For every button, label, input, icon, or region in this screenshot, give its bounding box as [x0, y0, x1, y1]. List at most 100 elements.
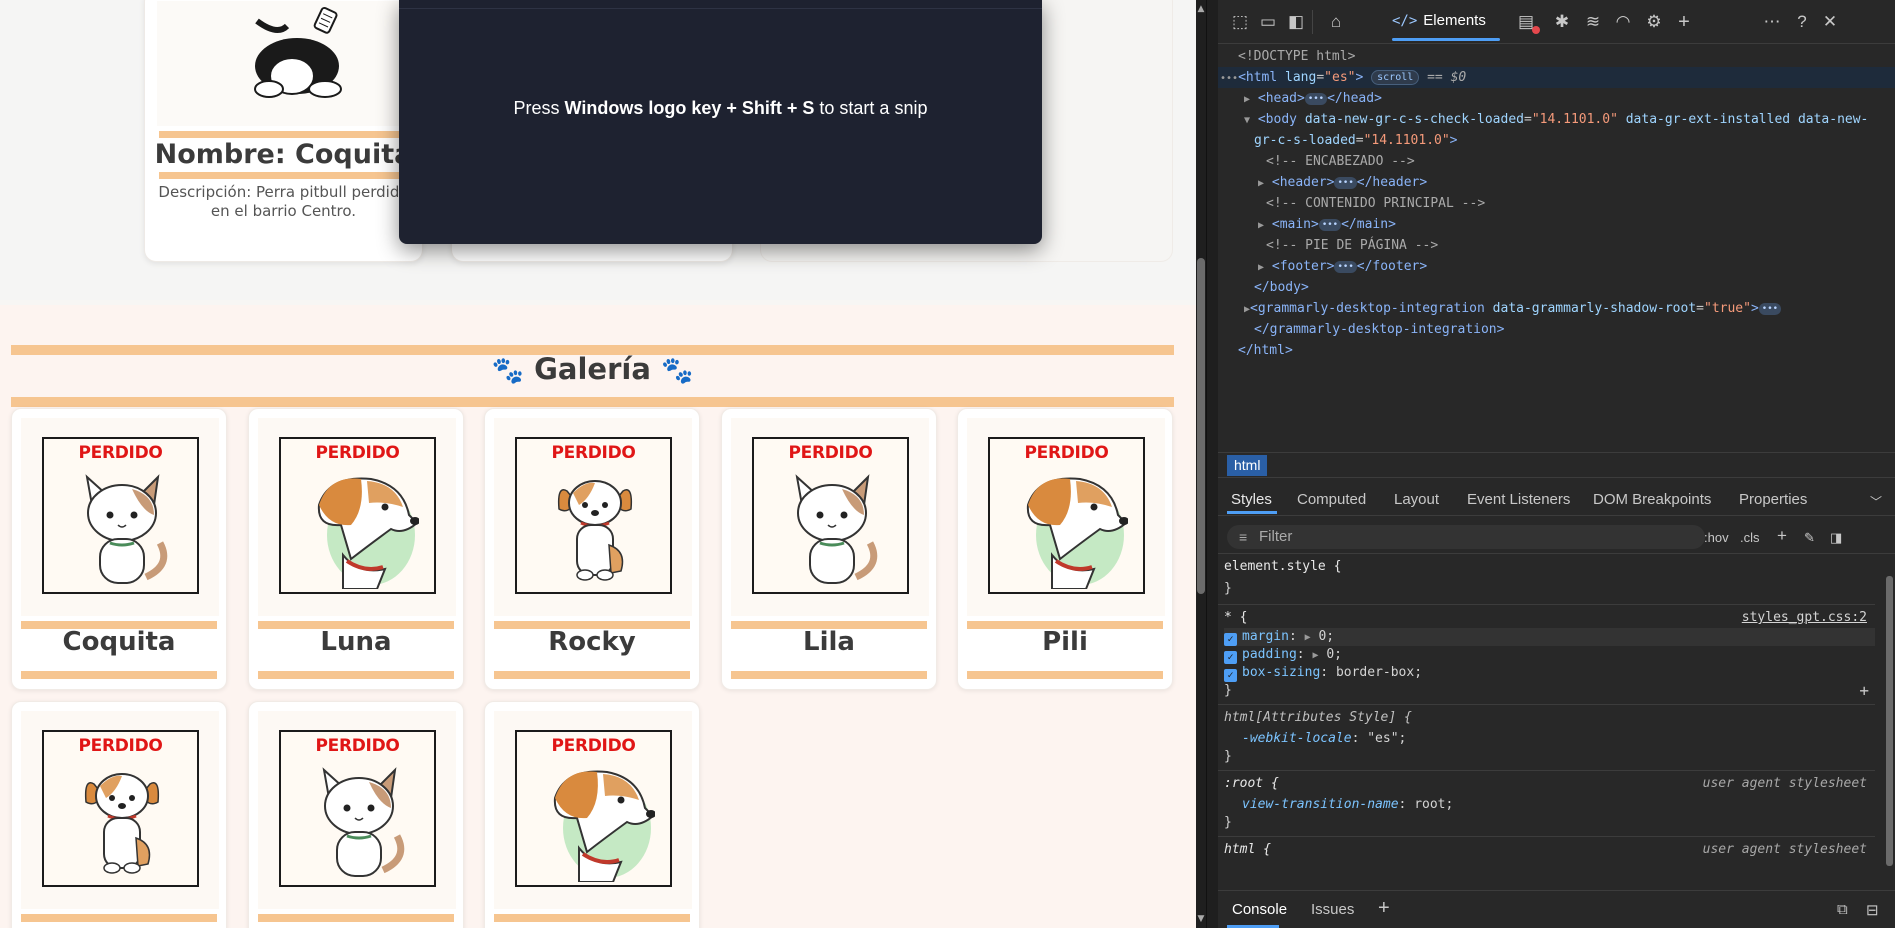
gallery-card[interactable]: PERDIDO Lila: [721, 408, 937, 690]
rule-selector[interactable]: html {user agent stylesheet: [1224, 841, 1875, 859]
snip-overlay[interactable]: Press Windows logo key + Shift + S to st…: [399, 0, 1042, 244]
dom-grammarly-close[interactable]: </grammarly-desktop-integration>: [1254, 319, 1895, 340]
tab-issues[interactable]: Issues: [1311, 901, 1354, 918]
declaration-locale[interactable]: -webkit-locale: "es";: [1242, 730, 1875, 748]
dom-html-node[interactable]: •••<html lang="es"> scroll == $0: [1218, 67, 1895, 88]
property-name: view-transition-name: [1242, 797, 1399, 812]
dom-grammarly-node[interactable]: ▶<grammarly-desktop-integration data-gra…: [1244, 298, 1895, 319]
close-drawer-icon[interactable]: ⊟: [1866, 901, 1879, 919]
collapse-triangle-icon[interactable]: ▼: [1244, 115, 1250, 126]
add-declaration-icon[interactable]: +: [1859, 682, 1869, 700]
gallery-card[interactable]: PERDIDO: [484, 701, 700, 928]
dom-body-node[interactable]: ▼ <body data-new-gr-c-s-check-loaded="14…: [1244, 109, 1895, 130]
expand-triangle-icon[interactable]: ▶: [1258, 262, 1264, 273]
performance-icon[interactable]: ◠: [1611, 10, 1635, 34]
dom-comment[interactable]: <!-- PIE DE PÁGINA -->: [1266, 235, 1895, 256]
tab-properties[interactable]: Properties: [1739, 491, 1807, 508]
attr-value: "es": [1324, 70, 1356, 85]
gallery-card[interactable]: PERDIDO: [11, 701, 227, 928]
expand-triangle-icon[interactable]: ▶: [1258, 178, 1264, 189]
dom-comment[interactable]: <!-- ENCABEZADO -->: [1266, 151, 1895, 172]
inspect-element-icon[interactable]: ⬚: [1228, 10, 1252, 34]
declaration-margin[interactable]: ✓ margin: ▶ 0;: [1224, 628, 1875, 646]
collapsed-ellipsis[interactable]: •••: [1758, 302, 1782, 315]
gallery-card[interactable]: PERDIDO Luna: [248, 408, 464, 690]
expand-triangle-icon[interactable]: ▶: [1305, 632, 1311, 643]
dock-side-icon[interactable]: ◧: [1284, 10, 1308, 34]
wifi-network-icon[interactable]: ≋: [1581, 10, 1605, 34]
dom-head-node[interactable]: ▶ <head> ••• </head>: [1244, 88, 1895, 109]
tab-computed[interactable]: Computed: [1297, 491, 1366, 508]
tab-elements[interactable]: </> Elements: [1392, 12, 1486, 32]
tab-event-listeners[interactable]: Event Listeners: [1467, 491, 1570, 508]
rule-selector[interactable]: * {styles_gpt.css:2: [1224, 609, 1875, 627]
snip-instructions: Press Windows logo key + Shift + S to st…: [399, 98, 1042, 119]
settings-gear-icon[interactable]: ⚙: [1642, 10, 1666, 34]
tab-layout[interactable]: Layout: [1394, 491, 1439, 508]
pet-illustration: [553, 770, 655, 882]
bug-icon[interactable]: ✱: [1550, 10, 1574, 34]
expand-triangle-icon[interactable]: ▶: [1244, 94, 1250, 105]
styles-scrollbar[interactable]: [1883, 554, 1895, 880]
scroll-thumb[interactable]: [1886, 576, 1893, 866]
cls-toggle[interactable]: .cls: [1740, 530, 1760, 545]
more-tools-plus-icon[interactable]: +: [1672, 10, 1696, 34]
dom-footer-node[interactable]: ▶ <footer> ••• </footer>: [1258, 256, 1895, 277]
brace: }: [1224, 749, 1232, 764]
styles-filter-input[interactable]: ≡ Filter: [1227, 525, 1705, 549]
element-state-icon[interactable]: ✎: [1804, 530, 1815, 546]
declaration-view-transition[interactable]: view-transition-name: root;: [1242, 796, 1875, 814]
scroll-thumb[interactable]: [1197, 258, 1205, 594]
device-emulation-icon[interactable]: ▭: [1256, 10, 1280, 34]
breadcrumb-item-html[interactable]: html: [1227, 455, 1268, 476]
welcome-home-icon[interactable]: ⌂: [1324, 10, 1348, 34]
dom-body-close[interactable]: </body>: [1254, 277, 1895, 298]
hov-toggle[interactable]: :hov: [1704, 530, 1729, 545]
collapsed-ellipsis[interactable]: •••: [1318, 218, 1342, 231]
collapsed-ellipsis[interactable]: •••: [1334, 176, 1357, 189]
gallery-card[interactable]: PERDIDO Pili: [957, 408, 1173, 690]
devtools-resize-handle[interactable]: [1206, 0, 1218, 928]
gallery-card[interactable]: PERDIDO: [248, 701, 464, 928]
source-link[interactable]: styles_gpt.css:2: [1742, 609, 1867, 627]
node-menu-icon[interactable]: •••: [1220, 73, 1238, 84]
declaration-box-sizing[interactable]: ✓ box-sizing: border-box;: [1224, 664, 1875, 682]
checkbox-icon[interactable]: ✓: [1224, 651, 1237, 664]
dom-header-node[interactable]: ▶ <header> ••• </header>: [1258, 172, 1895, 193]
tab-console[interactable]: Console: [1232, 901, 1287, 918]
computed-sidebar-icon[interactable]: ◨: [1830, 530, 1842, 546]
expand-triangle-icon[interactable]: ▶: [1258, 220, 1264, 231]
comment-text: <!-- CONTENIDO PRINCIPAL -->: [1266, 196, 1486, 211]
tab-styles[interactable]: Styles: [1231, 491, 1272, 508]
gallery-card[interactable]: PERDIDO Rocky: [484, 408, 700, 690]
rule-selector[interactable]: html[Attributes Style] {: [1224, 709, 1875, 727]
scroll-down-icon[interactable]: ▼: [1196, 914, 1206, 924]
declaration-padding[interactable]: ✓ padding: ▶ 0;: [1224, 646, 1875, 664]
dom-html-close[interactable]: </html>: [1238, 340, 1895, 361]
scroll-badge[interactable]: scroll: [1371, 70, 1420, 85]
add-drawer-tab-icon[interactable]: +: [1378, 897, 1390, 920]
chevron-down-icon[interactable]: ﹀: [1870, 493, 1882, 510]
help-icon[interactable]: ?: [1790, 10, 1814, 34]
rule-selector[interactable]: :root {user agent stylesheet: [1224, 775, 1875, 793]
collapsed-ellipsis[interactable]: •••: [1334, 260, 1357, 273]
dom-comment[interactable]: <!-- CONTENIDO PRINCIPAL -->: [1266, 193, 1895, 214]
new-style-rule-icon[interactable]: +: [1777, 526, 1787, 546]
gallery-card[interactable]: PERDIDO Coquita: [11, 408, 227, 690]
scroll-up-icon[interactable]: ▲: [1196, 4, 1206, 14]
dom-body-node-cont[interactable]: gr-c-s-loaded="14.1101.0">: [1254, 130, 1895, 151]
attr-name: data-new-: [1797, 112, 1869, 127]
dock-drawer-icon[interactable]: ⧉: [1837, 901, 1848, 918]
close-icon[interactable]: ✕: [1818, 10, 1842, 34]
expand-triangle-icon[interactable]: ▶: [1312, 650, 1318, 661]
dom-doctype[interactable]: <!DOCTYPE html>: [1238, 46, 1895, 67]
tab-dom-breakpoints[interactable]: DOM Breakpoints: [1593, 491, 1711, 508]
collapsed-ellipsis[interactable]: •••: [1304, 92, 1328, 105]
dom-main-node[interactable]: ▶ <main> ••• </main>: [1258, 214, 1895, 235]
more-options-icon[interactable]: ⋯: [1760, 10, 1784, 34]
checkbox-icon[interactable]: ✓: [1224, 633, 1237, 646]
rule-selector[interactable]: element.style {: [1224, 558, 1875, 576]
page-scrollbar[interactable]: ▲ ▼: [1196, 0, 1206, 928]
checkbox-icon[interactable]: ✓: [1224, 669, 1237, 682]
card-divider: [159, 131, 408, 138]
